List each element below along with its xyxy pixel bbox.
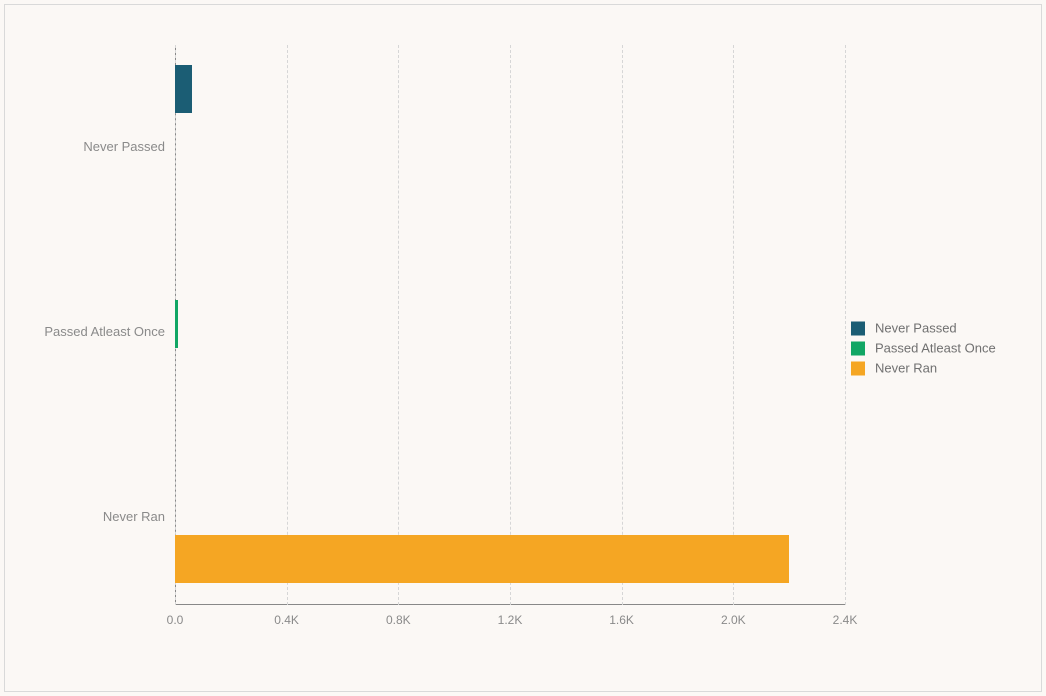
x-tick-2: 0.8K: [378, 613, 418, 627]
bar-never-passed[interactable]: [175, 65, 192, 113]
bar-passed-atleast-once[interactable]: [175, 300, 178, 348]
grid-line: [845, 45, 846, 605]
bar-row-never-ran: [175, 417, 845, 603]
legend-item-never-passed[interactable]: Never Passed: [851, 321, 1021, 336]
legend-label: Never Passed: [875, 321, 957, 336]
x-tick-5: 2.0K: [713, 613, 753, 627]
bar-never-ran[interactable]: [175, 535, 789, 583]
legend-swatch-icon: [851, 341, 865, 355]
x-tick-4: 1.6K: [602, 613, 642, 627]
x-tick-6: 2.4K: [825, 613, 865, 627]
legend-item-passed-atleast-once[interactable]: Passed Atleast Once: [851, 341, 1021, 356]
legend-swatch-icon: [851, 321, 865, 335]
y-label-never-passed: Never Passed: [15, 140, 165, 154]
legend-swatch-icon: [851, 361, 865, 375]
legend-item-never-ran[interactable]: Never Ran: [851, 361, 1021, 376]
y-label-never-ran: Never Ran: [15, 510, 165, 524]
x-tick-1: 0.4K: [267, 613, 307, 627]
bar-row-never-passed: [175, 45, 845, 231]
chart-card: Never Passed Passed Atleast Once Never R…: [4, 4, 1042, 692]
plot-area: [175, 45, 845, 605]
legend-label: Never Ran: [875, 361, 937, 376]
y-label-passed-atleast-once: Passed Atleast Once: [15, 325, 165, 339]
bar-row-passed-atleast-once: [175, 231, 845, 417]
legend-label: Passed Atleast Once: [875, 341, 996, 356]
x-tick-3: 1.2K: [490, 613, 530, 627]
x-tick-0: 0.0: [155, 613, 195, 627]
legend: Never Passed Passed Atleast Once Never R…: [851, 316, 1021, 381]
